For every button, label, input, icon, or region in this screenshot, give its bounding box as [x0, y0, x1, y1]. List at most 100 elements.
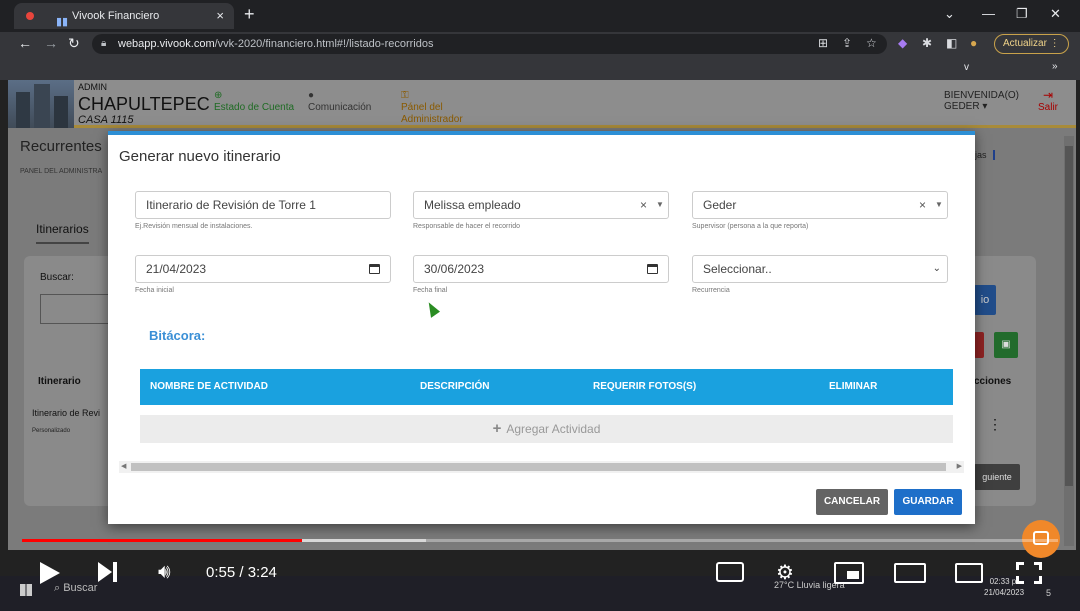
clear-supervisor-icon[interactable]: ×: [919, 192, 926, 218]
browser-tab[interactable]: ▮▮ Vivook Financiero ×: [14, 3, 234, 29]
clear-responsible-icon[interactable]: ×: [640, 192, 647, 218]
save-button[interactable]: GUARDAR: [894, 489, 962, 515]
close-window-icon[interactable]: ✕: [1050, 6, 1061, 22]
export-excel-button[interactable]: ▣: [994, 332, 1018, 358]
responsible-hint: Responsable de hacer el recorrido: [413, 223, 521, 230]
url-path: /vvk-2020/financiero.html#!/listado-reco…: [214, 38, 434, 50]
building-logo: [8, 80, 74, 128]
back-icon[interactable]: ←: [18, 35, 32, 51]
translate-icon[interactable]: ⊞: [818, 36, 828, 50]
tab-title: Vivook Financiero: [72, 10, 160, 22]
excel-icon: ▣: [1001, 339, 1011, 350]
new-itinerary-button[interactable]: io: [974, 285, 996, 315]
modal-title: Generar nuevo itinerario: [119, 148, 281, 165]
sidepanel-icon[interactable]: ◧: [946, 36, 957, 50]
start-date-value: 21/04/2023: [146, 262, 207, 276]
address-bar[interactable]: 🔒︎ webapp.vivook.com/vvk-2020/financiero…: [92, 34, 887, 54]
taskbar-search[interactable]: ⌕ Buscar: [54, 582, 97, 595]
volume-icon[interactable]: 🔊︎: [158, 561, 171, 584]
responsible-value: Melissa empleado: [424, 198, 521, 212]
nav-estado-de-cuenta[interactable]: ⊕ Estado de Cuenta: [214, 90, 294, 114]
nav-comunicacion[interactable]: ● Comunicación: [308, 90, 371, 114]
bookmark-item[interactable]: v: [964, 62, 969, 73]
taskbar-search-label: Buscar: [63, 582, 98, 594]
end-date-hint: Fecha final: [413, 287, 448, 294]
calendar-icon[interactable]: [647, 264, 658, 274]
itinerary-name-input[interactable]: Itinerario de Revisión de Torre 1: [135, 191, 391, 219]
page-scrollbar[interactable]: [1064, 136, 1074, 546]
video-played-bar: [22, 539, 302, 542]
supervisor-hint: Supervisor (persona a la que reporta): [692, 223, 809, 230]
settings-gear-icon[interactable]: ⚙: [776, 560, 794, 585]
bookmarks-overflow-icon[interactable]: »: [1052, 61, 1058, 72]
admin-label: ADMIN: [78, 82, 107, 92]
url-host: webapp.vivook.com: [118, 38, 215, 50]
start-date-input[interactable]: 21/04/2023: [135, 255, 391, 283]
key-icon: ⚿: [401, 90, 409, 101]
header-require-photos: REQUERIR FOTOS(S): [593, 381, 697, 392]
play-icon[interactable]: [40, 562, 60, 584]
extension-icon[interactable]: ◆: [898, 36, 907, 50]
table-horizontal-scrollbar[interactable]: ◀ ▶: [119, 461, 964, 473]
page-title: Recurrentes: [20, 138, 102, 155]
update-button[interactable]: Actualizar ⋮: [994, 34, 1069, 54]
clock-time: 02:33 p.: [989, 577, 1019, 586]
add-activity-label: Agregar Actividad: [506, 422, 601, 436]
puzzle-icon[interactable]: ✱: [922, 36, 932, 50]
profile-avatar-icon[interactable]: ●: [970, 36, 977, 50]
end-date-input[interactable]: 30/06/2023: [413, 255, 669, 283]
fullscreen-icon[interactable]: [1016, 562, 1042, 584]
supervisor-select[interactable]: Geder × ▼: [692, 191, 948, 219]
header-activity-name: NOMBRE DE ACTIVIDAD: [150, 381, 268, 392]
theater-mode-icon[interactable]: [894, 563, 926, 583]
recurrence-value: Seleccionar..: [703, 262, 772, 276]
itinerary-name-hint: Ej.Revisión mensual de instalaciones.: [135, 223, 253, 230]
tab-close-icon[interactable]: ×: [216, 3, 224, 29]
new-itinerary-modal: Generar nuevo itinerario Itinerario de R…: [108, 131, 975, 524]
cancel-button[interactable]: CANCELAR: [816, 489, 888, 515]
nav-panel-line2: Administrador: [401, 114, 463, 125]
add-activity-button[interactable]: + Agregar Actividad: [140, 415, 953, 443]
nav-estado-label: Estado de Cuenta: [214, 102, 295, 113]
restore-icon[interactable]: ❐: [1016, 6, 1028, 22]
browser-toolbar: ← → ↻ 🔒︎ webapp.vivook.com/vvk-2020/fina…: [0, 32, 1080, 56]
calendar-icon[interactable]: [369, 264, 380, 274]
breadcrumb: PANEL DEL ADMINISTRA: [20, 168, 103, 175]
next-page-label: guiente: [982, 472, 1012, 482]
table-row-type: Personalizado: [32, 428, 71, 434]
nav-comunicacion-label: Comunicación: [308, 102, 372, 113]
nav-panel-line1: Pánel del: [401, 102, 443, 113]
windows-logo-icon[interactable]: [20, 584, 32, 596]
tab-search-icon[interactable]: ⌄: [944, 6, 955, 22]
scroll-left-icon[interactable]: ◀: [121, 461, 126, 473]
minimize-icon[interactable]: —: [982, 6, 995, 21]
nav-panel-administrador[interactable]: ⚿ Pánel del Administrador: [401, 90, 463, 126]
tab-itinerarios[interactable]: Itinerarios: [36, 222, 89, 244]
share-icon[interactable]: ⇪: [842, 36, 852, 50]
bookmark-star-icon[interactable]: ☆: [866, 36, 877, 50]
chat-bubble-icon: [1033, 531, 1049, 545]
scroll-right-icon[interactable]: ▶: [957, 461, 962, 473]
reload-icon[interactable]: ↻: [68, 35, 80, 52]
notification-badge[interactable]: 5: [1046, 588, 1051, 598]
export-pdf-button[interactable]: [974, 332, 984, 358]
column-header-acciones: cciones: [974, 376, 1012, 387]
responsible-select[interactable]: Melissa empleado × ▼: [413, 191, 669, 219]
logout-button[interactable]: ⇥ Salir: [1038, 88, 1058, 113]
itinerary-name-value: Itinerario de Revisión de Torre 1: [146, 198, 316, 212]
welcome-label: BIENVENIDA(O): [944, 90, 1020, 101]
bookmarks-bar: v »: [0, 56, 1080, 80]
app-header: ADMIN CHAPULTEPEC CASA 1115 ⊕ Estado de …: [8, 80, 1076, 128]
recording-icon: [26, 12, 34, 20]
row-actions-icon[interactable]: ⋮: [988, 416, 1002, 433]
new-tab-button[interactable]: +: [244, 4, 255, 25]
subtitles-icon[interactable]: [716, 562, 744, 582]
property-name: CHAPULTEPEC: [78, 94, 210, 114]
miniplayer-icon[interactable]: [834, 562, 864, 584]
cast-icon[interactable]: [955, 563, 983, 583]
chat-icon: ●: [308, 90, 315, 101]
next-page-button[interactable]: guiente: [974, 464, 1020, 490]
welcome-block[interactable]: BIENVENIDA(O) GEDER ▾: [944, 90, 1019, 112]
forward-icon[interactable]: →: [44, 35, 58, 51]
recurrence-select[interactable]: Seleccionar.. ⌄: [692, 255, 948, 283]
